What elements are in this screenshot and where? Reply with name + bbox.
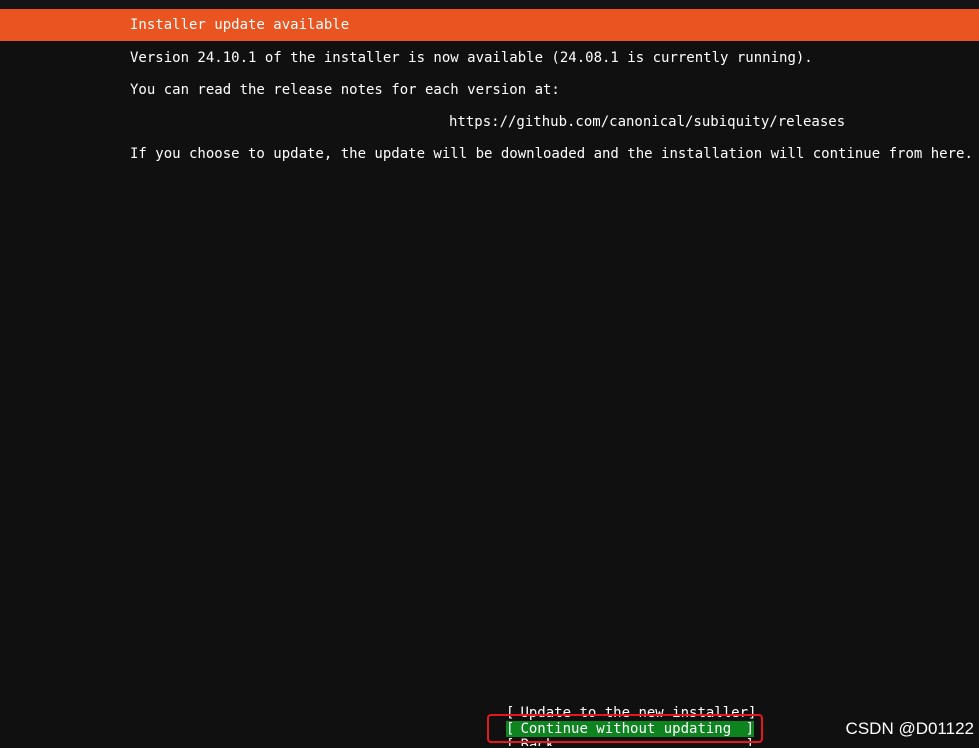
version-message: Version 24.10.1 of the installer is now … [130,50,813,66]
update-info-message: If you choose to update, the update will… [130,146,973,162]
release-notes-message: You can read the release notes for each … [130,82,560,98]
header-bar: Installer update available [0,9,979,41]
release-notes-url: https://github.com/canonical/subiquity/r… [449,114,846,130]
highlight-annotation-box [487,714,763,743]
watermark: CSDN @D01122 [845,719,974,738]
page-title: Installer update available [130,17,350,33]
top-strip [0,0,979,9]
